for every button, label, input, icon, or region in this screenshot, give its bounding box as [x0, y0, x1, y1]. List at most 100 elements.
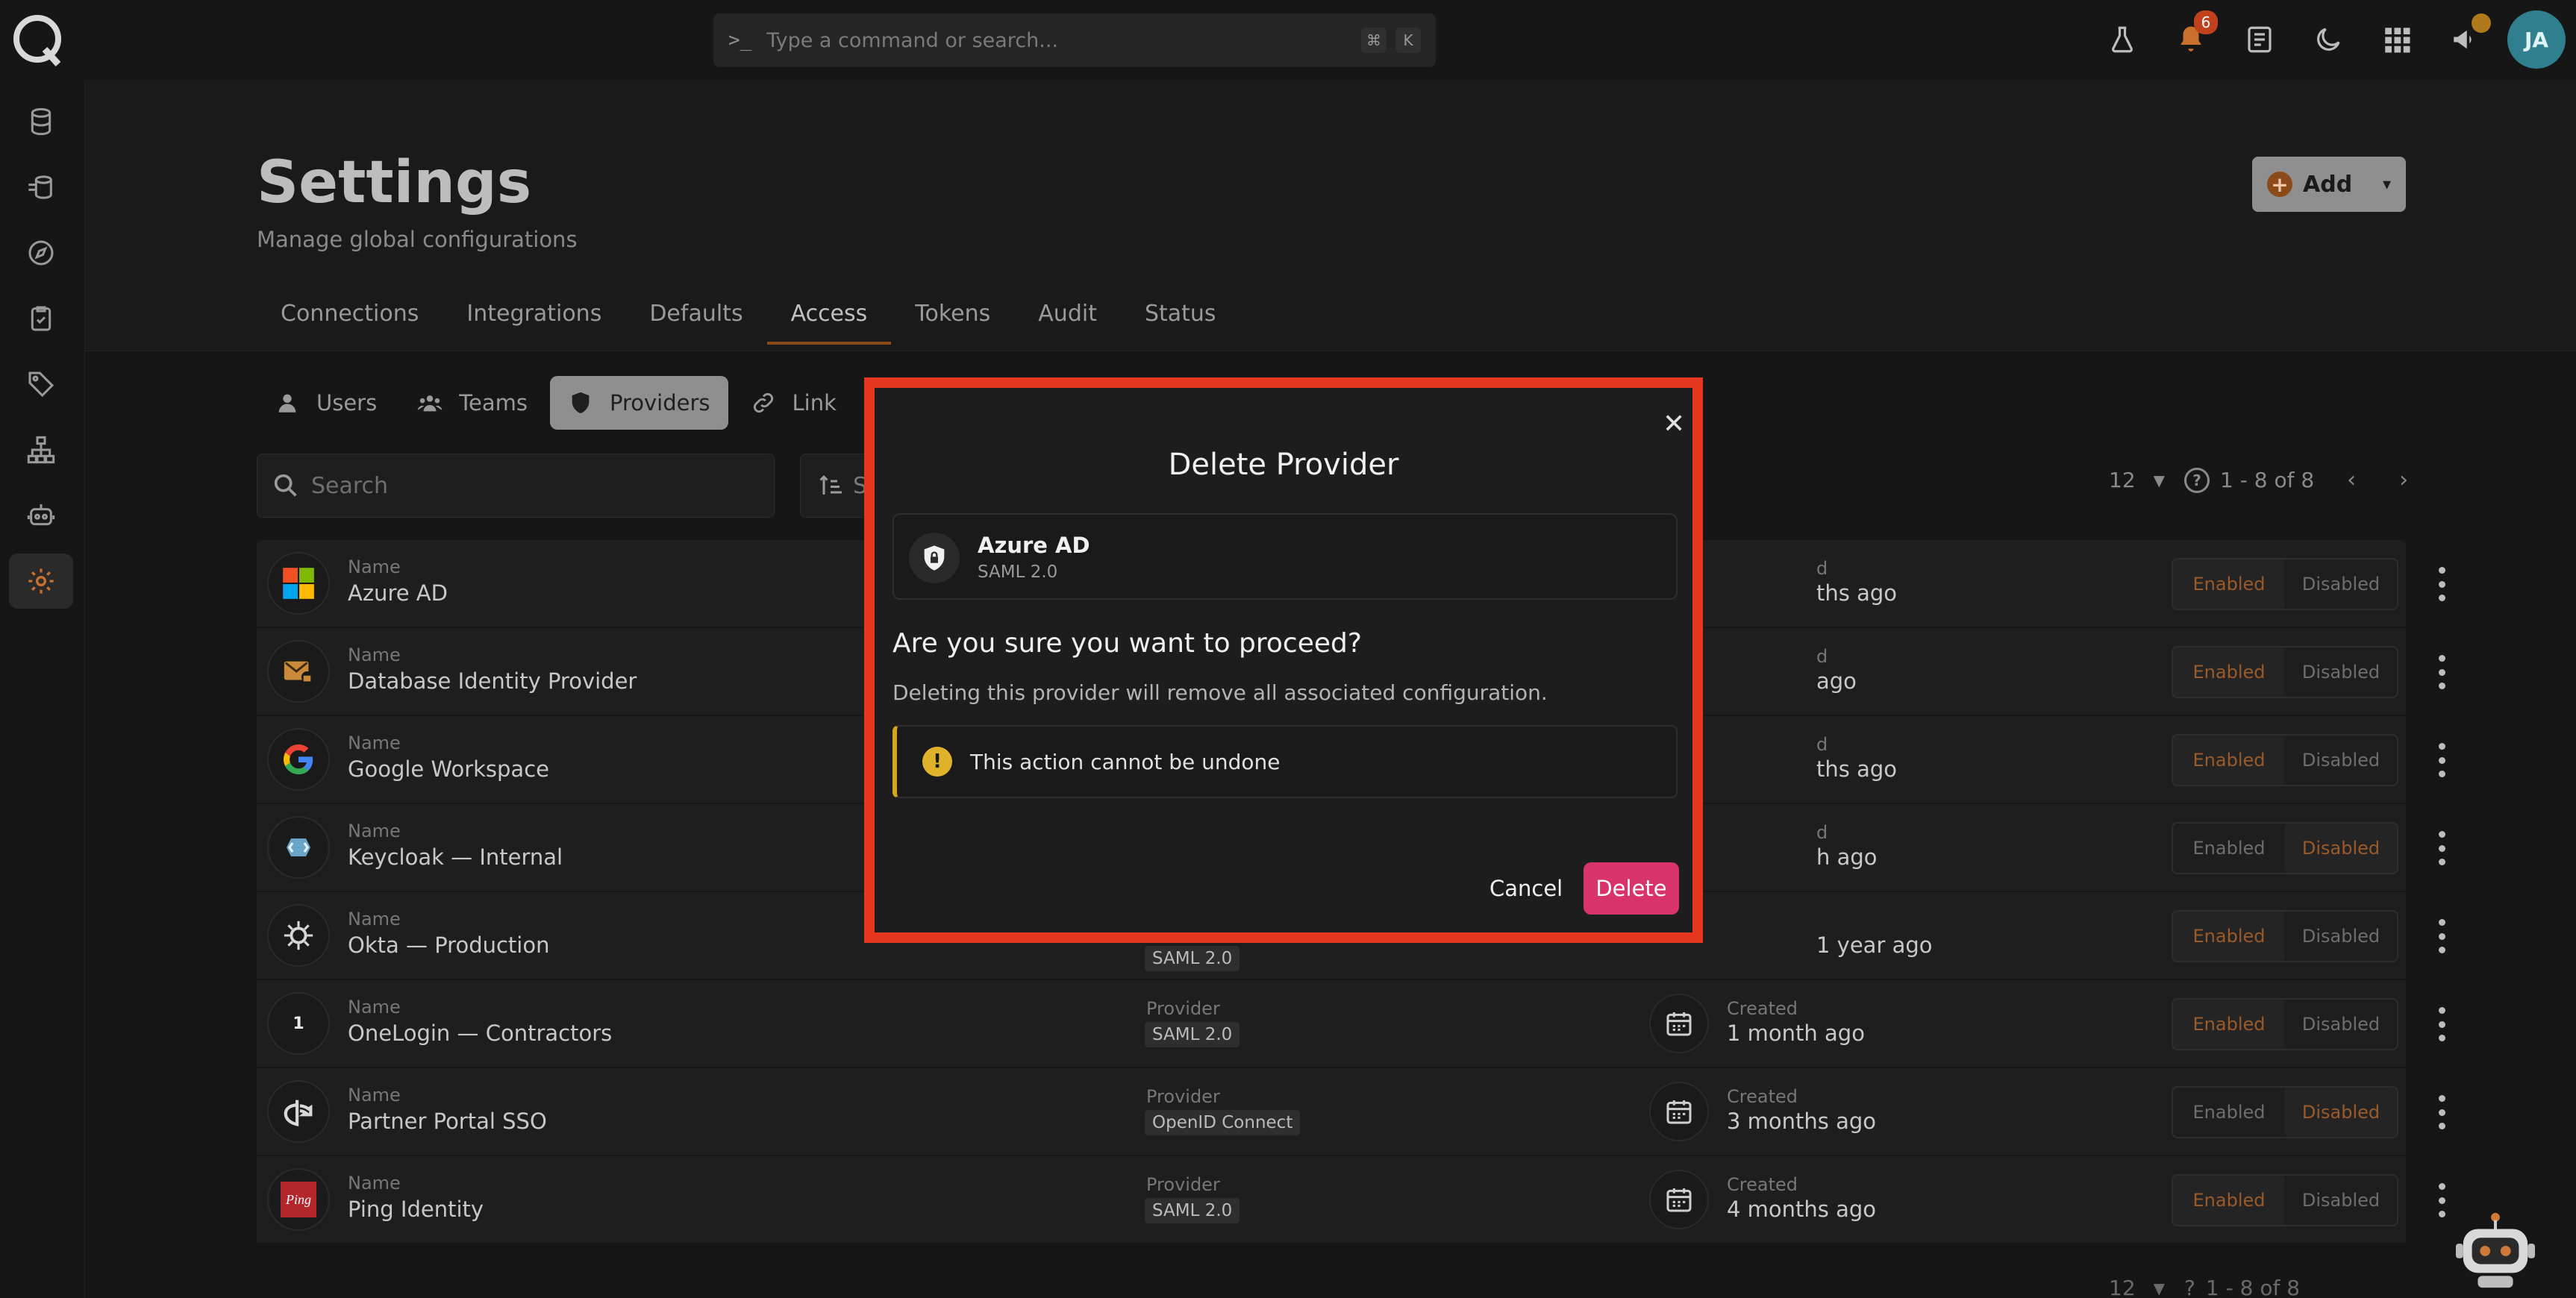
google-logo-icon — [267, 728, 330, 791]
terminal-prompt-icon: >_ — [728, 29, 752, 51]
toggle-enabled[interactable]: Enabled — [2173, 1000, 2285, 1049]
created-label: d — [1816, 646, 1828, 667]
checklist-icon[interactable] — [9, 291, 73, 346]
robot-icon[interactable] — [9, 488, 73, 543]
moon-icon[interactable] — [2294, 0, 2363, 79]
toggle-disabled[interactable]: Disabled — [2285, 736, 2397, 785]
subtab-users[interactable]: Users — [257, 376, 395, 430]
created-value: h ago — [1816, 844, 1878, 870]
row-menu-icon[interactable] — [2434, 1095, 2449, 1129]
subtab-teams[interactable]: Teams — [399, 376, 545, 430]
help-icon[interactable]: ? — [2184, 467, 2210, 493]
provider-name: Ping Identity — [348, 1197, 484, 1222]
compass-icon[interactable] — [9, 225, 73, 280]
calendar-icon — [1649, 1082, 1709, 1141]
megaphone-icon[interactable] — [2431, 0, 2500, 79]
toggle-disabled[interactable]: Disabled — [2285, 912, 2397, 961]
link-icon — [753, 392, 773, 413]
shield-icon — [572, 392, 590, 414]
provider-type-chip: OpenID Connect — [1145, 1110, 1301, 1135]
command-search[interactable]: >_ Type a command or search... ⌘ K — [713, 13, 1436, 67]
name-label: Name — [348, 645, 401, 665]
toggle-disabled[interactable]: Disabled — [2285, 559, 2397, 609]
toggle-enabled[interactable]: Enabled — [2173, 1088, 2285, 1137]
table-row[interactable]: 1 Name OneLogin — Contractors Provider S… — [257, 980, 2445, 1068]
name-label: Name — [348, 733, 401, 753]
status-toggle[interactable]: Enabled Disabled — [2172, 910, 2398, 962]
per-page-select-bottom[interactable]: 12 — [2109, 1276, 2136, 1298]
toggle-enabled[interactable]: Enabled — [2173, 912, 2285, 961]
tab-status[interactable]: Status — [1121, 303, 1240, 352]
status-toggle[interactable]: Enabled Disabled — [2172, 646, 2398, 698]
row-menu-icon[interactable] — [2434, 831, 2449, 865]
close-icon[interactable]: ✕ — [1663, 409, 1685, 439]
created-value: ths ago — [1816, 580, 1897, 606]
toggle-enabled[interactable]: Enabled — [2173, 824, 2285, 873]
apps-grid-icon[interactable] — [2363, 0, 2431, 79]
calendar-icon — [1649, 994, 1709, 1053]
created-value: ago — [1816, 668, 1857, 694]
provider-name: Database Identity Provider — [348, 668, 637, 694]
bell-icon[interactable]: 6 — [2157, 0, 2225, 79]
toggle-enabled[interactable]: Enabled — [2173, 648, 2285, 697]
tab-access[interactable]: Access — [766, 303, 892, 352]
status-toggle[interactable]: Enabled Disabled — [2172, 558, 2398, 610]
subtab-users-label: Users — [316, 390, 378, 416]
toggle-disabled[interactable]: Disabled — [2285, 824, 2397, 873]
row-menu-icon[interactable] — [2434, 743, 2449, 777]
add-button[interactable]: + Add ▾ — [2252, 157, 2406, 212]
hierarchy-icon[interactable] — [9, 422, 73, 477]
help-icon[interactable]: ? — [2184, 1276, 2195, 1298]
status-toggle[interactable]: Enabled Disabled — [2172, 1086, 2398, 1138]
tab-integrations[interactable]: Integrations — [443, 303, 625, 352]
status-toggle[interactable]: Enabled Disabled — [2172, 1174, 2398, 1226]
microsoft-logo-icon — [267, 552, 330, 615]
table-row[interactable]: Name Partner Portal SSO Provider OpenID … — [257, 1068, 2445, 1156]
toggle-disabled[interactable]: Disabled — [2285, 648, 2397, 697]
toggle-disabled[interactable]: Disabled — [2285, 1000, 2397, 1049]
toggle-disabled[interactable]: Disabled — [2285, 1176, 2397, 1225]
toggle-enabled[interactable]: Enabled — [2173, 559, 2285, 609]
created-value: 1 month ago — [1727, 1020, 1865, 1046]
docs-icon[interactable] — [2225, 0, 2294, 79]
caret-down-icon[interactable]: ▼ — [2154, 471, 2165, 489]
status-toggle[interactable]: Enabled Disabled — [2172, 998, 2398, 1050]
flask-icon[interactable] — [2088, 0, 2157, 79]
next-page-icon[interactable]: › — [2399, 467, 2408, 493]
toggle-enabled[interactable]: Enabled — [2173, 736, 2285, 785]
tag-icon[interactable] — [9, 357, 73, 412]
row-menu-icon[interactable] — [2434, 655, 2449, 689]
tab-audit[interactable]: Audit — [1014, 303, 1121, 352]
notification-count-badge: 6 — [2194, 10, 2218, 34]
subtab-link[interactable]: Link — [733, 376, 854, 430]
search-input[interactable]: Search — [257, 454, 775, 518]
delete-button[interactable]: Delete — [1584, 862, 1679, 915]
cancel-button[interactable]: Cancel — [1489, 862, 1563, 915]
name-label: Name — [348, 909, 401, 929]
row-menu-icon[interactable] — [2434, 567, 2449, 601]
user-avatar[interactable]: JA — [2507, 10, 2566, 69]
tab-tokens[interactable]: Tokens — [891, 303, 1014, 352]
table-row[interactable]: Ping Name Ping Identity Provider SAML 2.… — [257, 1156, 2445, 1244]
gear-icon[interactable] — [9, 554, 73, 609]
row-menu-icon[interactable] — [2434, 919, 2449, 953]
tab-defaults[interactable]: Defaults — [625, 303, 766, 352]
database-icon[interactable] — [9, 94, 73, 149]
status-toggle[interactable]: Enabled Disabled — [2172, 734, 2398, 786]
app-logo-icon[interactable] — [10, 12, 66, 67]
row-menu-icon[interactable] — [2434, 1007, 2449, 1041]
add-button-label: Add — [2303, 171, 2353, 198]
assistant-robot-icon[interactable] — [2451, 1208, 2540, 1291]
toggle-enabled[interactable]: Enabled — [2173, 1176, 2285, 1225]
provider-label: Provider — [1146, 998, 1220, 1019]
status-toggle[interactable]: Enabled Disabled — [2172, 822, 2398, 874]
page-subtitle: Manage global configurations — [257, 227, 578, 252]
tab-connections[interactable]: Connections — [257, 303, 443, 352]
per-page-select[interactable]: 12 — [2109, 468, 2136, 492]
toggle-disabled[interactable]: Disabled — [2285, 1088, 2397, 1137]
data-flow-icon[interactable] — [9, 160, 73, 215]
caret-down-icon[interactable]: ▼ — [2154, 1279, 2165, 1297]
prev-page-icon[interactable]: ‹ — [2347, 467, 2356, 493]
row-menu-icon[interactable] — [2434, 1183, 2449, 1217]
subtab-providers[interactable]: Providers — [549, 376, 728, 430]
